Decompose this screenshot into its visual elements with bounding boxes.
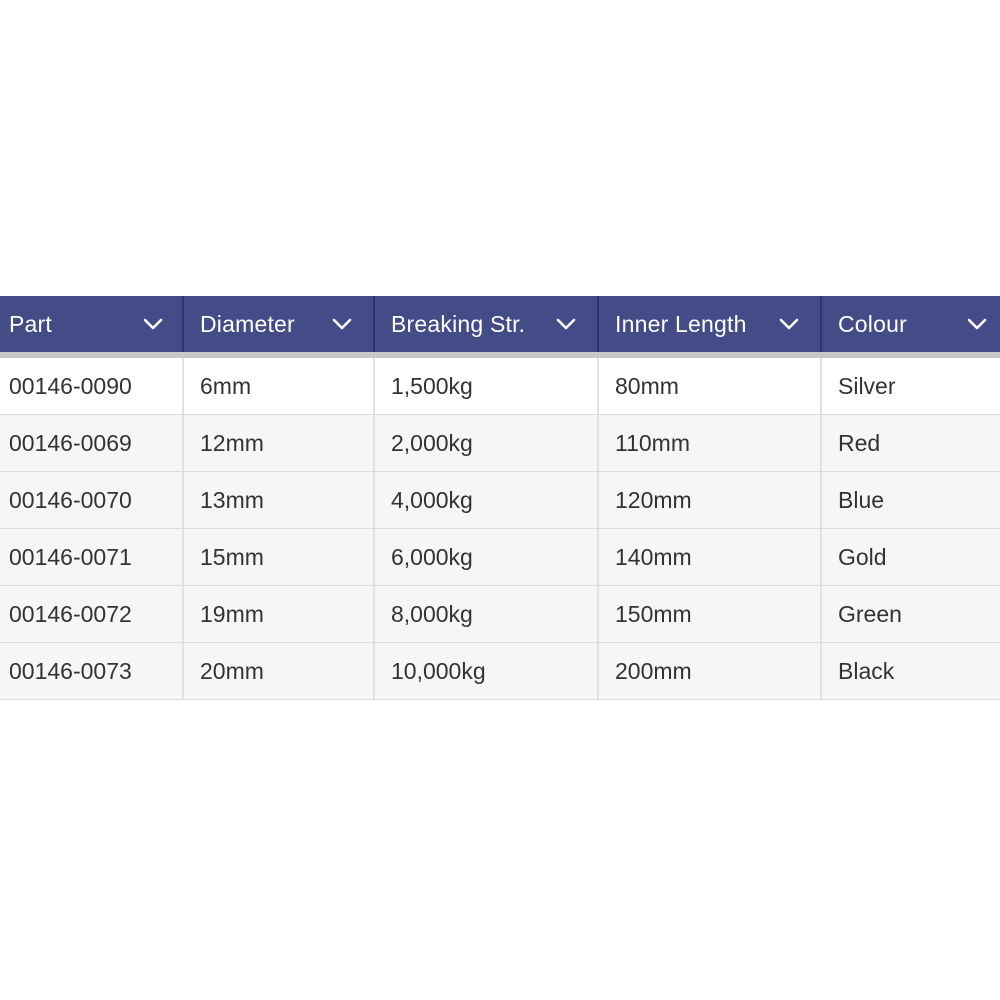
table-row: 00146-0071 15mm 6,000kg 140mm Gold xyxy=(0,529,1000,586)
cell-diameter: 19mm xyxy=(182,586,373,642)
cell-inner-length: 80mm xyxy=(597,358,820,414)
cell-part: 00146-0073 xyxy=(9,657,132,684)
column-header-label: Inner Length xyxy=(615,310,747,337)
column-header-colour[interactable]: Colour xyxy=(820,296,1000,352)
cell-breaking-strength: 1,500kg xyxy=(373,358,597,414)
spec-table: Part Diameter Breaking Str. Inner Length… xyxy=(0,296,1000,700)
cell-part: 00146-0090 xyxy=(9,372,132,399)
cell-colour: Red xyxy=(820,415,1000,471)
table-row: 00146-0072 19mm 8,000kg 150mm Green xyxy=(0,586,1000,643)
table-row: 00146-0090 6mm 1,500kg 80mm Silver xyxy=(0,358,1000,415)
cell-part: 00146-0071 xyxy=(9,543,132,570)
cell-breaking-strength: 10,000kg xyxy=(373,643,597,699)
chevron-down-icon[interactable] xyxy=(142,317,164,331)
cell-inner-length: 200mm xyxy=(597,643,820,699)
column-header-part[interactable]: Part xyxy=(0,296,182,352)
chevron-down-icon[interactable] xyxy=(966,317,988,331)
cell-part: 00146-0072 xyxy=(9,600,132,627)
column-header-label: Breaking Str. xyxy=(391,310,526,337)
cell-diameter: 12mm xyxy=(182,415,373,471)
cell-part: 00146-0070 xyxy=(9,486,132,513)
column-header-breaking-strength[interactable]: Breaking Str. xyxy=(373,296,597,352)
cell-inner-length: 120mm xyxy=(597,472,820,528)
column-header-inner-length[interactable]: Inner Length xyxy=(597,296,820,352)
column-header-label: Part xyxy=(9,310,52,337)
column-header-label: Colour xyxy=(838,310,907,337)
cell-colour: Silver xyxy=(820,358,1000,414)
cell-colour: Gold xyxy=(820,529,1000,585)
chevron-down-icon[interactable] xyxy=(555,317,577,331)
cell-part: 00146-0069 xyxy=(9,429,132,456)
cell-inner-length: 110mm xyxy=(597,415,820,471)
cell-colour: Green xyxy=(820,586,1000,642)
cell-inner-length: 150mm xyxy=(597,586,820,642)
cell-diameter: 6mm xyxy=(182,358,373,414)
cell-colour: Blue xyxy=(820,472,1000,528)
chevron-down-icon[interactable] xyxy=(331,317,353,331)
cell-diameter: 15mm xyxy=(182,529,373,585)
chevron-down-icon[interactable] xyxy=(778,317,800,331)
page: Part Diameter Breaking Str. Inner Length… xyxy=(0,0,1000,1000)
column-header-diameter[interactable]: Diameter xyxy=(182,296,373,352)
cell-colour: Black xyxy=(820,643,1000,699)
cell-inner-length: 140mm xyxy=(597,529,820,585)
table-row: 00146-0069 12mm 2,000kg 110mm Red xyxy=(0,415,1000,472)
column-header-label: Diameter xyxy=(200,310,295,337)
cell-breaking-strength: 2,000kg xyxy=(373,415,597,471)
cell-breaking-strength: 8,000kg xyxy=(373,586,597,642)
cell-diameter: 20mm xyxy=(182,643,373,699)
cell-breaking-strength: 6,000kg xyxy=(373,529,597,585)
table-row: 00146-0070 13mm 4,000kg 120mm Blue xyxy=(0,472,1000,529)
cell-diameter: 13mm xyxy=(182,472,373,528)
table-row: 00146-0073 20mm 10,000kg 200mm Black xyxy=(0,643,1000,700)
cell-breaking-strength: 4,000kg xyxy=(373,472,597,528)
table-header: Part Diameter Breaking Str. Inner Length… xyxy=(0,296,1000,358)
